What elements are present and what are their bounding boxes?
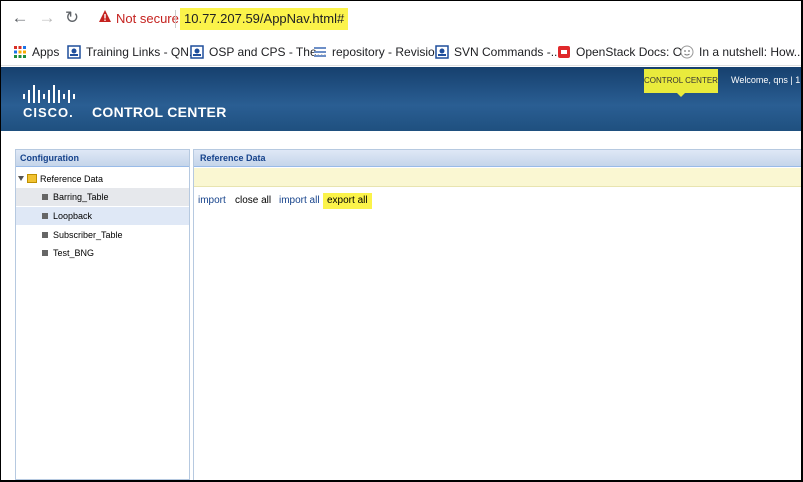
bookmark-label: OSP and CPS - The... bbox=[209, 45, 327, 59]
warning-icon bbox=[99, 10, 111, 22]
bookmarks-bar: Apps Training Links - QN... OSP and CPS … bbox=[1, 37, 801, 66]
folder-icon bbox=[27, 174, 37, 183]
tree-item-barring-table[interactable]: Barring_Table bbox=[16, 188, 189, 206]
expand-arrow-icon[interactable] bbox=[18, 176, 24, 181]
bookmark-openstack-docs[interactable]: OpenStack Docs: O... bbox=[557, 42, 692, 62]
reference-data-panel-title: Reference Data bbox=[194, 150, 801, 167]
bookmark-label: SVN Commands -... bbox=[454, 45, 561, 59]
security-status[interactable]: Not secure bbox=[116, 11, 179, 26]
arrow-right-icon[interactable]: → bbox=[36, 7, 58, 29]
bookmark-label: OpenStack Docs: O... bbox=[576, 45, 693, 59]
tree-item-label: Barring_Table bbox=[53, 192, 109, 202]
import-all-link[interactable]: import all bbox=[279, 193, 320, 209]
reload-icon[interactable]: ↻ bbox=[61, 7, 83, 29]
welcome-user[interactable]: Welcome, qns | 1 bbox=[731, 75, 800, 85]
tree-item-subscriber-table[interactable]: Subscriber_Table bbox=[16, 226, 189, 244]
leaf-node-icon bbox=[42, 250, 48, 256]
tree-item-label: Subscriber_Table bbox=[53, 230, 123, 240]
openstack-icon bbox=[558, 46, 570, 58]
cisco-wordmark: CISCO. bbox=[23, 105, 74, 120]
message-bar bbox=[194, 168, 801, 187]
screenshot-frame: ← → ↻ Not secure 10.77.207.59/AppNav.htm… bbox=[1, 1, 801, 480]
browser-toolbar: ← → ↻ Not secure 10.77.207.59/AppNav.htm… bbox=[1, 1, 801, 37]
arrow-left-icon[interactable]: ← bbox=[9, 7, 31, 29]
bookmark-in-a-nutshell[interactable]: In a nutshell: How... bbox=[680, 42, 801, 62]
bookmark-page-icon bbox=[67, 45, 81, 59]
import-link[interactable]: import bbox=[198, 193, 226, 209]
apps-grid-icon bbox=[14, 46, 26, 58]
tree-item-loopback[interactable]: Loopback bbox=[16, 207, 189, 225]
address-bar[interactable]: 10.77.207.59/AppNav.html# bbox=[180, 8, 349, 30]
close-all-link[interactable]: close all bbox=[235, 193, 271, 209]
bookmark-osp-cps[interactable]: OSP and CPS - The... bbox=[190, 42, 327, 62]
tree-node-reference-data[interactable]: Reference Data bbox=[18, 171, 103, 187]
divider bbox=[175, 10, 176, 28]
configuration-panel-title: Configuration bbox=[16, 150, 189, 167]
bookmark-repository[interactable]: repository - Revisio... bbox=[313, 42, 445, 62]
bookmark-svn-commands[interactable]: SVN Commands -... bbox=[435, 42, 561, 62]
app-title: CONTROL CENTER bbox=[92, 104, 227, 120]
bookmark-apps[interactable]: Apps bbox=[13, 42, 59, 62]
caret-down-icon bbox=[677, 93, 685, 97]
leaf-node-icon bbox=[42, 213, 48, 219]
bookmark-training-links[interactable]: Training Links - QN... bbox=[67, 42, 199, 62]
tree-item-test-bng[interactable]: Test_BNG bbox=[16, 244, 189, 262]
control-center-link[interactable]: CONTROL CENTER bbox=[644, 69, 718, 93]
bookmark-site-icon bbox=[680, 45, 694, 59]
tree-node-label: Reference Data bbox=[40, 174, 104, 184]
configuration-panel: Configuration Reference Data Barring_Tab… bbox=[15, 149, 190, 480]
tree-item-label: Test_BNG bbox=[53, 248, 95, 258]
leaf-node-icon bbox=[42, 194, 48, 200]
bookmark-page-icon bbox=[435, 45, 449, 59]
bookmark-repo-icon bbox=[314, 47, 326, 57]
export-all-link[interactable]: export all bbox=[323, 193, 372, 209]
reference-data-panel: Reference Data import close all import a… bbox=[193, 149, 801, 480]
bookmark-label: Apps bbox=[32, 45, 60, 59]
tree-item-label: Loopback bbox=[53, 211, 93, 221]
bookmark-label: repository - Revisio... bbox=[332, 45, 445, 59]
cisco-logo-icon bbox=[23, 85, 75, 103]
app-header: CISCO. CONTROL CENTER CONTROL CENTER Wel… bbox=[1, 67, 801, 131]
bookmark-page-icon bbox=[190, 45, 204, 59]
leaf-node-icon bbox=[42, 232, 48, 238]
bookmark-label: In a nutshell: How... bbox=[699, 45, 801, 59]
bookmark-label: Training Links - QN... bbox=[86, 45, 199, 59]
